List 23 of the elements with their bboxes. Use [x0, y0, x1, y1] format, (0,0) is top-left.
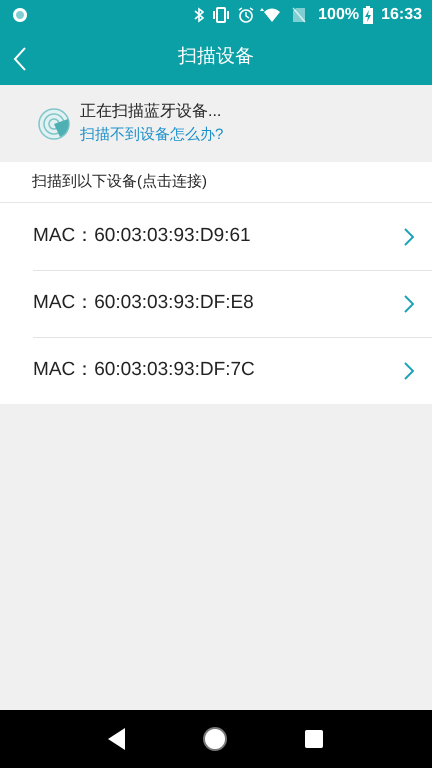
- wifi-icon: [258, 7, 282, 23]
- radar-icon: [38, 108, 70, 140]
- screen-title: 扫描设备: [178, 45, 254, 70]
- home-button[interactable]: [202, 726, 228, 752]
- scanning-status-text: 正在扫描蓝牙设备...: [80, 102, 222, 122]
- vibrate-icon: [212, 7, 230, 23]
- alarm-icon: [238, 7, 254, 23]
- back-nav-button[interactable]: [107, 727, 128, 751]
- no-sim-icon: [292, 7, 306, 23]
- recent-apps-button[interactable]: [302, 728, 325, 750]
- chevron-right-icon: [404, 362, 414, 380]
- device-row[interactable]: MAC：60:03:03:93:DF:7C: [0, 337, 432, 404]
- chevron-left-icon: [12, 46, 28, 72]
- battery-text: 100%: [318, 5, 360, 25]
- section-label: 扫描到以下设备(点击连接): [0, 162, 432, 203]
- bluetooth-icon: [194, 7, 204, 23]
- device-row[interactable]: MAC：60:03:03:93:DF:E8: [0, 270, 432, 337]
- battery-charging-icon: [363, 6, 374, 24]
- device-row[interactable]: MAC：60:03:03:93:D9:61: [0, 203, 432, 270]
- chevron-right-icon: [404, 228, 414, 246]
- notification-icon: [12, 7, 28, 23]
- chevron-right-icon: [404, 294, 414, 312]
- clock-text: 16:33: [381, 5, 422, 25]
